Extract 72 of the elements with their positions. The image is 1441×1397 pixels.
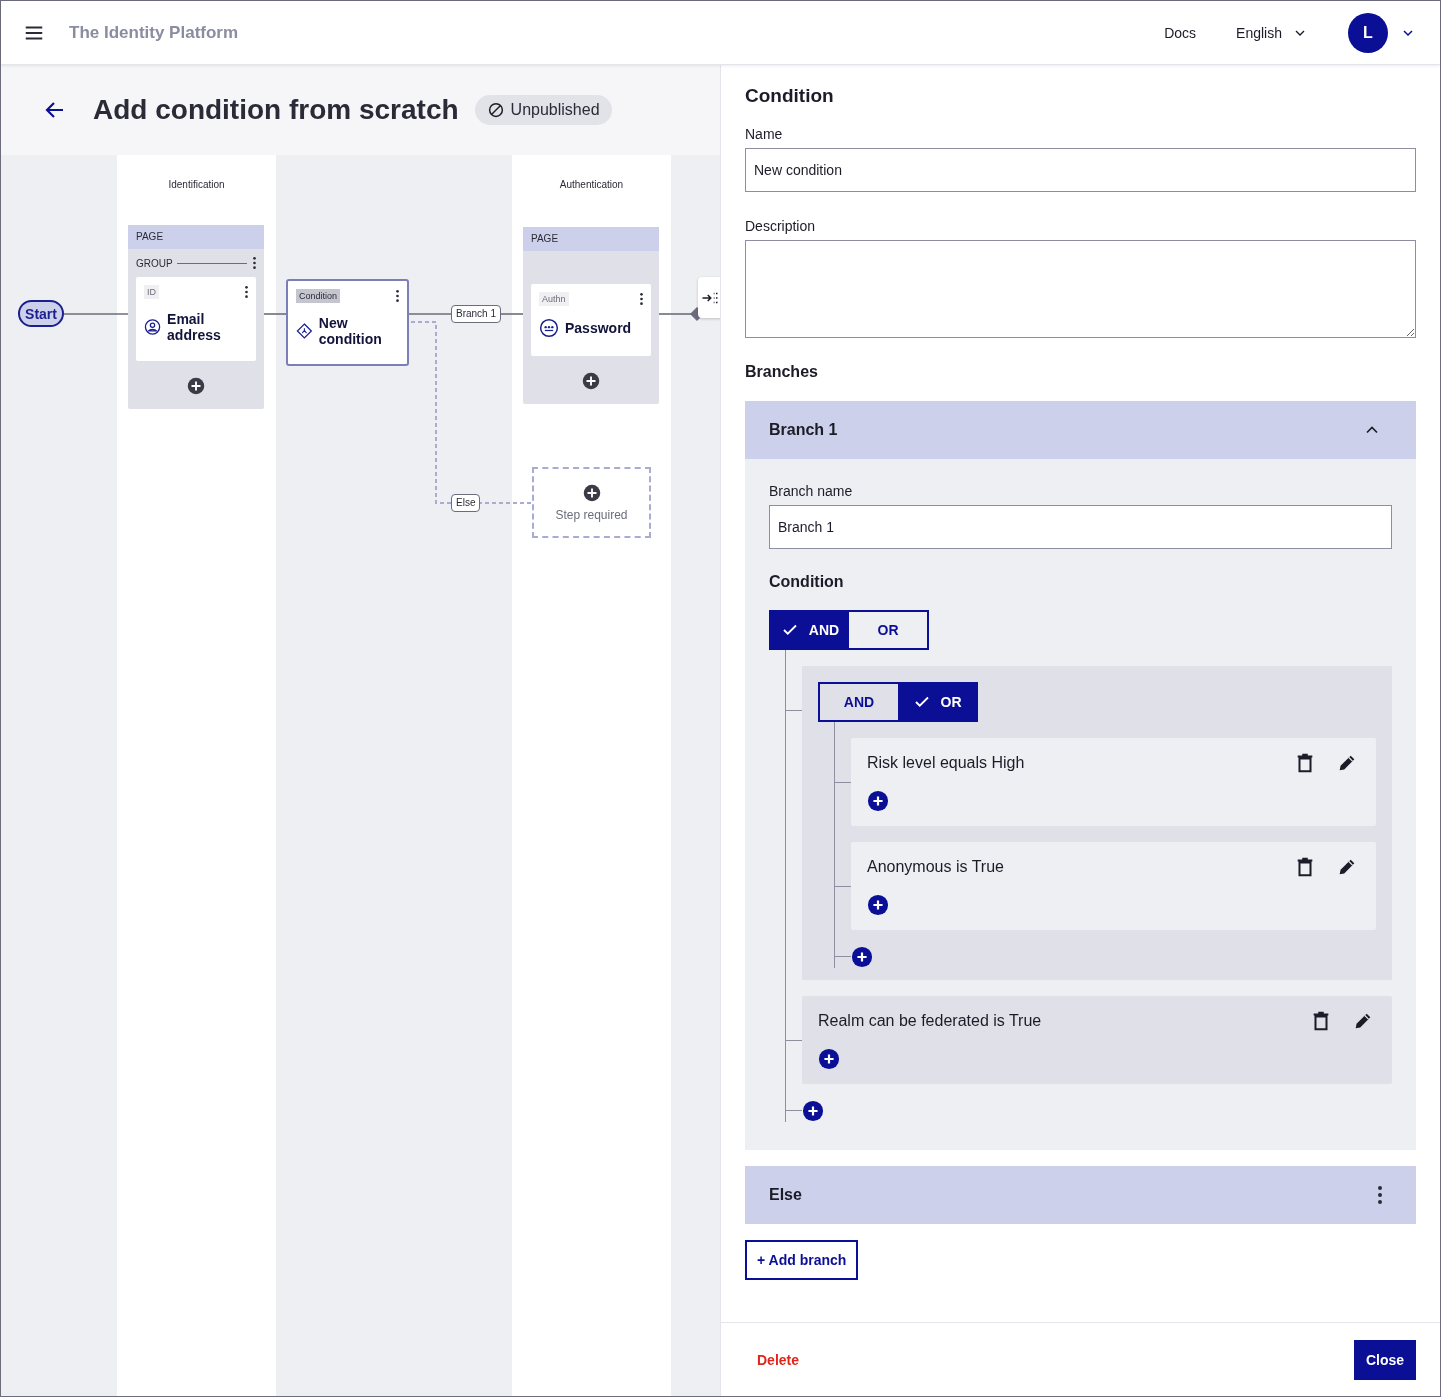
app-title: The Identity Platform [69, 22, 239, 43]
operator-toggle[interactable]: AND [771, 612, 849, 648]
branch-header[interactable]: Else [745, 1166, 1416, 1224]
step-label: Password [565, 320, 632, 336]
diamond-icon [296, 321, 313, 341]
nav-link[interactable]: Docs [1164, 24, 1197, 41]
branch-name-field[interactable]: Branch 1 [769, 505, 1392, 549]
kebab-menu-icon[interactable] [396, 290, 399, 302]
page-header: PAGE [128, 225, 264, 249]
step-card[interactable]: Authn Password [531, 284, 651, 356]
section-title: Condition [769, 573, 845, 591]
password-icon [539, 318, 559, 338]
step-label: Email address [167, 311, 222, 343]
step-label: New condition [318, 315, 383, 347]
connector-line [658, 313, 692, 315]
add-step-icon[interactable] [187, 377, 205, 395]
person-icon [144, 317, 162, 337]
unpublished-icon [486, 101, 505, 119]
section-title: Branches [745, 363, 819, 381]
field-label: Branch name [769, 483, 854, 499]
add-step-icon [582, 483, 601, 502]
group-label: GROUP [136, 257, 173, 269]
step-tag: Authn [539, 292, 569, 306]
field-label: Name [745, 126, 784, 142]
edge-label: Branch 1 [451, 305, 502, 323]
kebab-menu-icon [1378, 1186, 1382, 1204]
page-header: PAGE [523, 227, 659, 251]
empty-step-slot[interactable]: Step required [532, 467, 651, 538]
name-field[interactable]: New condition [745, 148, 1416, 192]
lane-label: Authentication [558, 179, 625, 190]
start-node: Start [18, 300, 64, 327]
panel-title: Condition [745, 85, 835, 107]
page-title: Add condition from scratch [93, 94, 459, 126]
connector-line [263, 313, 287, 315]
add-icon[interactable] [867, 790, 889, 812]
connector-line [477, 502, 533, 504]
step-tag: ID [144, 285, 159, 299]
rule-text: Risk level equals High [867, 754, 1025, 772]
language-select[interactable]: English [1236, 24, 1308, 41]
add-icon[interactable] [867, 894, 889, 916]
step-card[interactable]: ID Email address [136, 277, 256, 361]
description-field[interactable] [745, 240, 1416, 338]
kebab-menu-icon[interactable] [245, 286, 248, 298]
rule-text: Realm can be federated is True [818, 1012, 1042, 1030]
collapse-panel-button[interactable] [698, 277, 720, 318]
add-icon[interactable] [802, 1100, 824, 1122]
branch-title: Branch 1 [769, 421, 838, 439]
user-avatar[interactable]: L [1348, 12, 1388, 53]
kebab-menu-icon[interactable] [253, 257, 256, 269]
add-step-icon[interactable] [582, 372, 600, 390]
lane-label: Identification [167, 179, 226, 190]
delete-button[interactable]: Delete [757, 1351, 800, 1368]
add-branch-button[interactable]: + Add branch [745, 1240, 859, 1280]
close-button[interactable]: Close [1353, 1339, 1416, 1380]
connector-line [63, 313, 129, 315]
operator-toggle[interactable]: OR [898, 684, 976, 720]
kebab-menu-icon[interactable] [640, 293, 643, 305]
branch-title: Else [769, 1186, 802, 1204]
placeholder-text: Step required [555, 507, 628, 522]
rule-text: Anonymous is True [867, 858, 1004, 876]
edge-label: Else [451, 494, 481, 512]
status-badge: Unpublished [474, 95, 612, 125]
operator-toggle[interactable]: OR [849, 612, 927, 648]
connector-line [408, 313, 452, 315]
add-icon[interactable] [851, 946, 873, 968]
operator-toggle[interactable]: AND [820, 684, 898, 720]
branch-header[interactable]: Branch 1 [745, 401, 1416, 459]
condition-node[interactable]: Condition New condition [286, 279, 409, 366]
step-tag: Condition [296, 289, 341, 303]
add-icon[interactable] [818, 1048, 840, 1070]
field-label: Description [745, 218, 817, 234]
connector-line [498, 313, 524, 315]
